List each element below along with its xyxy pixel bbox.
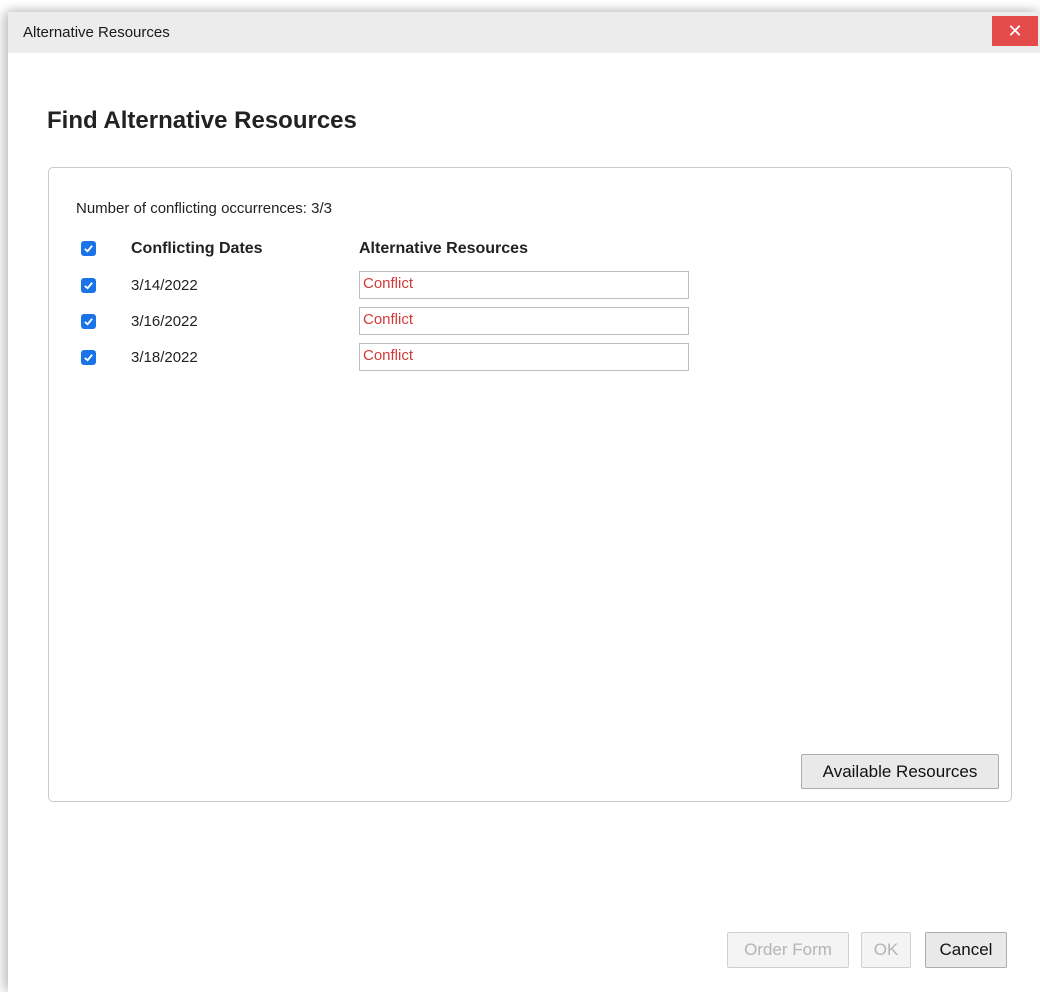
check-icon	[84, 245, 93, 253]
conflict-date: 3/18/2022	[131, 349, 198, 366]
ok-button[interactable]: OK	[861, 932, 911, 968]
order-form-button[interactable]: Order Form	[727, 932, 849, 968]
check-icon	[84, 318, 93, 326]
conflict-count: Number of conflicting occurrences: 3/3	[76, 200, 332, 217]
alternative-resource-field[interactable]: Conflict	[359, 343, 689, 371]
conflict-date: 3/16/2022	[131, 313, 198, 330]
column-header-dates: Conflicting Dates	[131, 240, 263, 257]
row-checkbox[interactable]	[81, 278, 96, 293]
row-checkbox[interactable]	[81, 314, 96, 329]
available-resources-button[interactable]: Available Resources	[801, 754, 999, 789]
window-title: Alternative Resources	[23, 24, 170, 41]
check-icon	[84, 282, 93, 290]
column-header-resources: Alternative Resources	[359, 240, 528, 257]
conflict-date: 3/14/2022	[131, 277, 198, 294]
alternative-resource-field[interactable]: Conflict	[359, 271, 689, 299]
title-bar: Alternative Resources ✕	[8, 12, 1040, 53]
page-title: Find Alternative Resources	[47, 107, 357, 134]
check-icon	[84, 354, 93, 362]
close-icon: ✕	[1007, 21, 1023, 41]
cancel-button[interactable]: Cancel	[925, 932, 1007, 968]
alternative-resource-field[interactable]: Conflict	[359, 307, 689, 335]
alternative-resources-dialog: Alternative Resources ✕ Find Alternative…	[8, 12, 1040, 992]
select-all-checkbox[interactable]	[81, 241, 96, 256]
row-checkbox[interactable]	[81, 350, 96, 365]
close-button[interactable]: ✕	[992, 16, 1038, 46]
conflicts-panel: Number of conflicting occurrences: 3/3 C…	[48, 167, 1012, 802]
